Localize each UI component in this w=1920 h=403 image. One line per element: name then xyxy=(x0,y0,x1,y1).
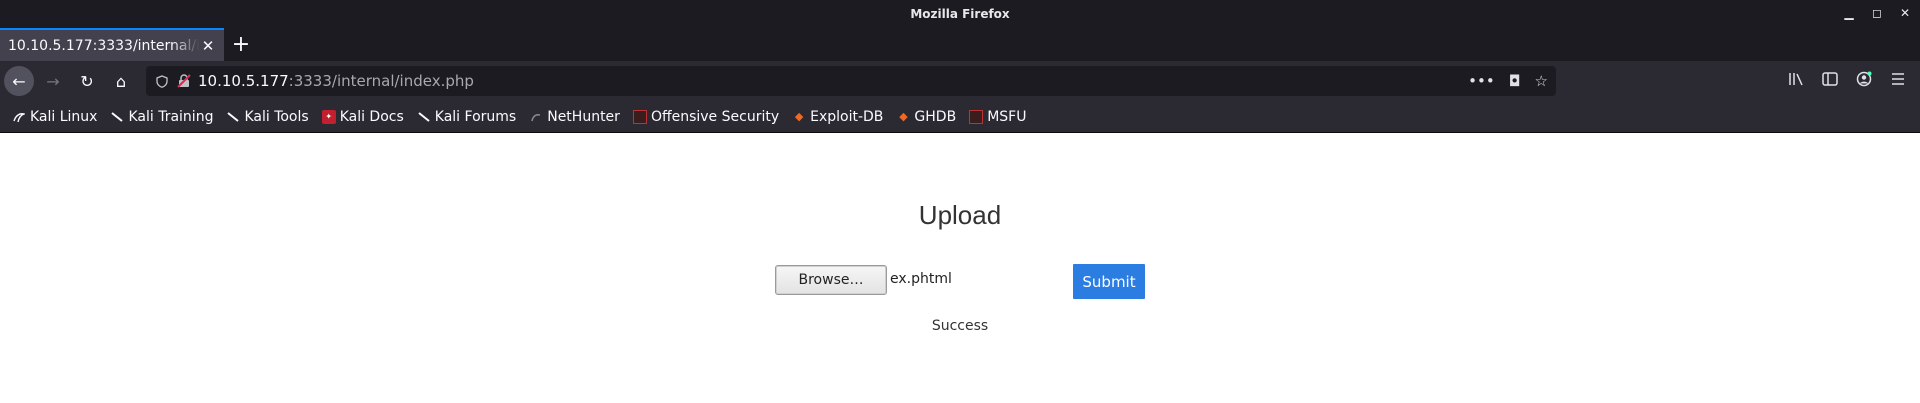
window-titlebar: Mozilla Firefox ▁ ◻ ✕ xyxy=(0,0,1920,28)
forward-button[interactable]: → xyxy=(38,66,68,96)
bookmark-nethunter[interactable]: NetHunter xyxy=(529,109,620,125)
back-button[interactable]: ← xyxy=(4,66,34,96)
bookmark-kali-forums[interactable]: Kali Forums xyxy=(417,109,516,125)
bookmark-kali-training[interactable]: Kali Training xyxy=(110,109,213,125)
bookmark-kali-docs[interactable]: ✦ Kali Docs xyxy=(321,108,404,125)
bookmark-label: Kali Docs xyxy=(339,108,404,125)
exploitdb-icon: ◆ xyxy=(794,110,804,123)
bookmark-offensive-security[interactable]: Offensive Security xyxy=(632,108,780,125)
bookmark-label: Kali Linux xyxy=(30,108,98,125)
pocket-icon[interactable]: ◘ xyxy=(1509,72,1521,90)
bookmark-kali-linux[interactable]: Kali Linux xyxy=(12,109,97,125)
maximize-icon[interactable]: ◻ xyxy=(1870,6,1884,20)
reload-button[interactable]: ↻ xyxy=(72,66,102,96)
address-bar[interactable]: 10.10.5.177:3333/internal/index.php ••• … xyxy=(146,66,1556,96)
library-icon[interactable] xyxy=(1788,71,1804,91)
bookmark-label: Offensive Security xyxy=(650,108,780,125)
page-title: Upload xyxy=(918,200,1002,230)
kali-dragon-icon xyxy=(12,110,26,124)
selected-filename: ex.phtml xyxy=(890,271,952,287)
more-actions-icon[interactable]: ••• xyxy=(1468,72,1495,90)
url-path: :3333/internal/index.php xyxy=(288,72,474,90)
sidebar-icon[interactable] xyxy=(1822,71,1838,91)
bookmark-label: GHDB xyxy=(914,108,957,125)
kali-dragon-icon xyxy=(110,110,124,124)
browse-button[interactable]: Browse… xyxy=(775,265,887,295)
bookmark-label: NetHunter xyxy=(547,108,620,125)
ghdb-icon: ◆ xyxy=(899,110,908,123)
close-window-icon[interactable]: ✕ xyxy=(1898,6,1912,20)
status-message: Success xyxy=(931,318,989,334)
page-content: Upload Browse… ex.phtml Submit Success xyxy=(0,133,1920,403)
shield-icon[interactable] xyxy=(154,73,170,89)
submit-button[interactable]: Submit xyxy=(1073,264,1145,299)
navigation-toolbar: ← → ↻ ⌂ 10.10.5.177:3333/internal/index.… xyxy=(0,61,1920,101)
bookmarks-toolbar: Kali Linux Kali Training Kali Tools ✦ Ka… xyxy=(0,101,1920,133)
bookmark-label: Exploit-DB xyxy=(810,108,884,125)
bookmark-ghdb[interactable]: ◆ GHDB xyxy=(896,109,956,125)
bookmark-kali-tools[interactable]: Kali Tools xyxy=(226,108,309,125)
kali-dragon-icon xyxy=(226,110,240,124)
tab-title: 10.10.5.177:3333/internal/index.php xyxy=(8,37,200,54)
offsec-icon xyxy=(632,109,647,124)
toolbar-right xyxy=(1788,71,1920,91)
bookmark-star-icon[interactable]: ☆ xyxy=(1535,72,1548,90)
bookmark-label: MSFU xyxy=(987,108,1027,125)
home-button[interactable]: ⌂ xyxy=(106,66,136,96)
insecure-lock-icon[interactable] xyxy=(176,73,192,89)
bookmark-label: Kali Training xyxy=(128,108,214,125)
minimize-icon[interactable]: ▁ xyxy=(1842,6,1856,20)
page-actions: ••• ◘ ☆ xyxy=(1468,72,1548,90)
bookmark-exploit-db[interactable]: ◆ Exploit-DB xyxy=(792,108,884,125)
kali-dragon-icon xyxy=(417,110,431,124)
window-title: Mozilla Firefox xyxy=(910,7,1010,21)
close-tab-icon[interactable]: ✕ xyxy=(200,37,216,55)
bookmark-label: Kali Tools xyxy=(244,108,309,125)
kali-docs-icon: ✦ xyxy=(321,109,336,124)
new-tab-button[interactable]: + xyxy=(224,28,258,61)
bookmark-label: Kali Forums xyxy=(434,108,517,125)
url-host: 10.10.5.177 xyxy=(198,72,289,90)
account-icon[interactable] xyxy=(1856,71,1872,91)
msfu-icon xyxy=(969,109,984,124)
tab-active[interactable]: 10.10.5.177:3333/internal/index.php ✕ xyxy=(0,28,224,61)
menu-icon[interactable] xyxy=(1890,71,1906,91)
tab-strip: 10.10.5.177:3333/internal/index.php ✕ + xyxy=(0,28,1920,61)
window-controls: ▁ ◻ ✕ xyxy=(1842,6,1912,20)
bookmark-msfu[interactable]: MSFU xyxy=(969,109,1026,125)
nethunter-icon xyxy=(529,110,543,124)
